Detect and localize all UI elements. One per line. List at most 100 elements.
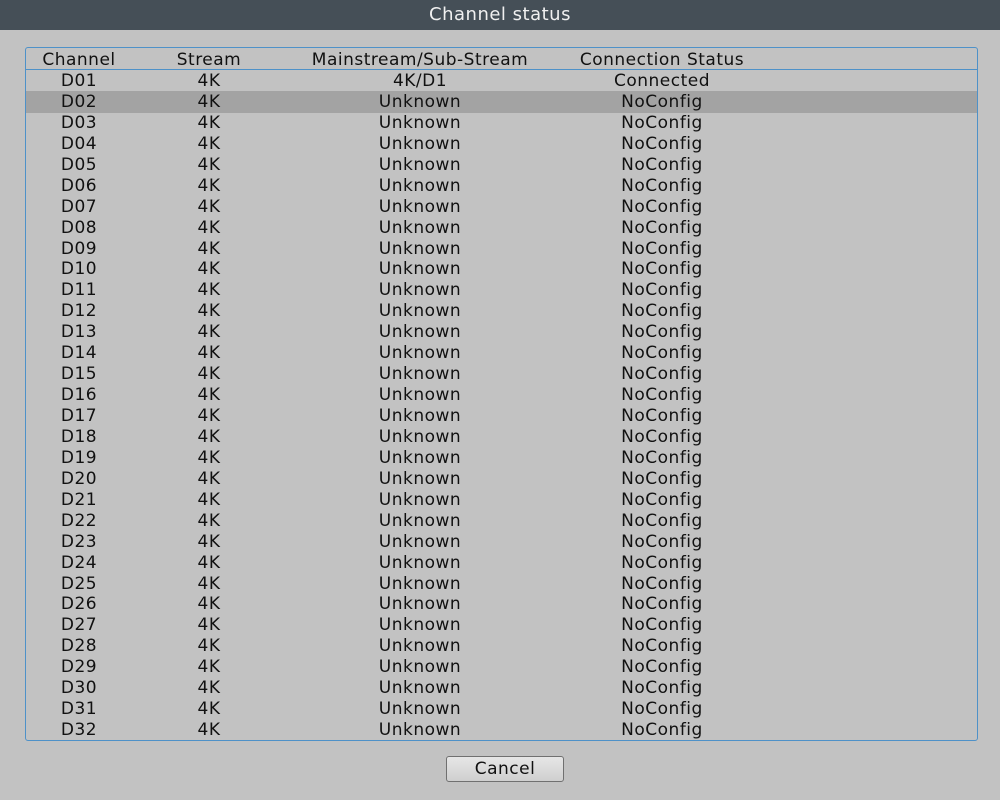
cell-channel: D17 — [60, 406, 98, 426]
cell-connection-status: NoConfig — [621, 134, 703, 154]
cancel-button[interactable]: Cancel — [446, 756, 564, 782]
cell-stream: 4K — [197, 699, 221, 719]
cell-stream: 4K — [197, 364, 221, 384]
table-row[interactable]: D27 4K Unknown NoConfig — [26, 614, 977, 636]
table-row[interactable]: D20 4K Unknown NoConfig — [26, 468, 977, 490]
table-row[interactable]: D06 4K Unknown NoConfig — [26, 175, 977, 197]
table-row[interactable]: D12 4K Unknown NoConfig — [26, 300, 977, 322]
cell-mainstream-sub-stream: Unknown — [378, 594, 462, 614]
cell-channel: D10 — [60, 259, 98, 279]
cell-channel: D09 — [60, 239, 98, 259]
cell-connection-status: NoConfig — [621, 594, 703, 614]
header-channel: Channel — [42, 50, 116, 70]
cell-stream: 4K — [197, 636, 221, 656]
table-row[interactable]: D29 4K Unknown NoConfig — [26, 656, 977, 678]
table-row[interactable]: D23 4K Unknown NoConfig — [26, 531, 977, 553]
table-row[interactable]: D04 4K Unknown NoConfig — [26, 133, 977, 155]
table-row[interactable]: D10 4K Unknown NoConfig — [26, 258, 977, 280]
cell-mainstream-sub-stream: Unknown — [378, 343, 462, 363]
header-connection-status: Connection Status — [579, 50, 745, 70]
table-row[interactable]: D05 4K Unknown NoConfig — [26, 154, 977, 176]
cell-channel: D31 — [60, 699, 98, 719]
table-row[interactable]: D19 4K Unknown NoConfig — [26, 447, 977, 469]
table-row[interactable]: D07 4K Unknown NoConfig — [26, 196, 977, 218]
cell-connection-status: NoConfig — [621, 280, 703, 300]
table-row[interactable]: D28 4K Unknown NoConfig — [26, 635, 977, 657]
cell-channel: D27 — [60, 615, 98, 635]
cell-stream: 4K — [197, 553, 221, 573]
cell-connection-status: NoConfig — [621, 720, 703, 740]
cell-connection-status: NoConfig — [621, 364, 703, 384]
cell-connection-status: NoConfig — [621, 511, 703, 531]
cell-connection-status: NoConfig — [621, 427, 703, 447]
table-row[interactable]: D08 4K Unknown NoConfig — [26, 217, 977, 239]
cell-connection-status: NoConfig — [621, 699, 703, 719]
cell-connection-status: NoConfig — [621, 343, 703, 363]
cell-channel: D21 — [60, 490, 98, 510]
cell-connection-status: NoConfig — [621, 385, 703, 405]
cell-stream: 4K — [197, 343, 221, 363]
cell-stream: 4K — [197, 448, 221, 468]
channel-status-table: Channel Stream Mainstream/Sub-Stream Con… — [25, 47, 978, 741]
table-row[interactable]: D13 4K Unknown NoConfig — [26, 321, 977, 343]
cell-connection-status: NoConfig — [621, 490, 703, 510]
table-row[interactable]: D26 4K Unknown NoConfig — [26, 593, 977, 615]
cell-channel: D24 — [60, 553, 98, 573]
table-row[interactable]: D14 4K Unknown NoConfig — [26, 342, 977, 364]
cell-mainstream-sub-stream: Unknown — [378, 636, 462, 656]
cell-mainstream-sub-stream: Unknown — [378, 92, 462, 112]
cell-stream: 4K — [197, 406, 221, 426]
cell-connection-status: NoConfig — [621, 301, 703, 321]
cell-mainstream-sub-stream: Unknown — [378, 280, 462, 300]
cell-mainstream-sub-stream: Unknown — [378, 532, 462, 552]
cell-connection-status: NoConfig — [621, 113, 703, 133]
table-row[interactable]: D03 4K Unknown NoConfig — [26, 112, 977, 134]
cell-stream: 4K — [197, 385, 221, 405]
cell-channel: D14 — [60, 343, 98, 363]
cell-mainstream-sub-stream: Unknown — [378, 176, 462, 196]
table-row[interactable]: D16 4K Unknown NoConfig — [26, 384, 977, 406]
header-mainstream-sub-stream: Mainstream/Sub-Stream — [311, 50, 529, 70]
cell-channel: D04 — [60, 134, 98, 154]
table-row[interactable]: D24 4K Unknown NoConfig — [26, 552, 977, 574]
cell-mainstream-sub-stream: Unknown — [378, 364, 462, 384]
table-row[interactable]: D22 4K Unknown NoConfig — [26, 510, 977, 532]
cell-connection-status: NoConfig — [621, 678, 703, 698]
cell-stream: 4K — [197, 280, 221, 300]
table-row[interactable]: D18 4K Unknown NoConfig — [26, 426, 977, 448]
cell-stream: 4K — [197, 218, 221, 238]
cell-channel: D11 — [60, 280, 98, 300]
cell-mainstream-sub-stream: Unknown — [378, 259, 462, 279]
cell-channel: D25 — [60, 574, 98, 594]
cell-mainstream-sub-stream: Unknown — [378, 678, 462, 698]
table-row[interactable]: D09 4K Unknown NoConfig — [26, 238, 977, 260]
cell-mainstream-sub-stream: Unknown — [378, 427, 462, 447]
cell-mainstream-sub-stream: Unknown — [378, 134, 462, 154]
cell-channel: D15 — [60, 364, 98, 384]
table-row[interactable]: D21 4K Unknown NoConfig — [26, 489, 977, 511]
table-row[interactable]: D02 4K Unknown NoConfig — [26, 91, 977, 113]
cell-stream: 4K — [197, 427, 221, 447]
table-row[interactable]: D11 4K Unknown NoConfig — [26, 279, 977, 301]
table-row[interactable]: D31 4K Unknown NoConfig — [26, 698, 977, 720]
cell-mainstream-sub-stream: Unknown — [378, 469, 462, 489]
table-row[interactable]: D15 4K Unknown NoConfig — [26, 363, 977, 385]
cell-channel: D02 — [60, 92, 98, 112]
cell-channel: D28 — [60, 636, 98, 656]
cell-mainstream-sub-stream: Unknown — [378, 155, 462, 175]
cell-channel: D05 — [60, 155, 98, 175]
cell-channel: D20 — [60, 469, 98, 489]
table-body: D01 4K 4K/D1 Connected D02 4K Unknown NoConfig D… — [26, 70, 977, 740]
cell-stream: 4K — [197, 720, 221, 740]
cell-connection-status: NoConfig — [621, 155, 703, 175]
table-row[interactable]: D01 4K 4K/D1 Connected — [26, 70, 977, 92]
table-row[interactable]: D25 4K Unknown NoConfig — [26, 573, 977, 595]
cell-channel: D16 — [60, 385, 98, 405]
cell-mainstream-sub-stream: Unknown — [378, 113, 462, 133]
cell-connection-status: NoConfig — [621, 92, 703, 112]
cell-channel: D32 — [60, 720, 98, 740]
cell-mainstream-sub-stream: Unknown — [378, 574, 462, 594]
table-row[interactable]: D17 4K Unknown NoConfig — [26, 405, 977, 427]
table-row[interactable]: D30 4K Unknown NoConfig — [26, 677, 977, 699]
table-row[interactable]: D32 4K Unknown NoConfig — [26, 719, 977, 740]
